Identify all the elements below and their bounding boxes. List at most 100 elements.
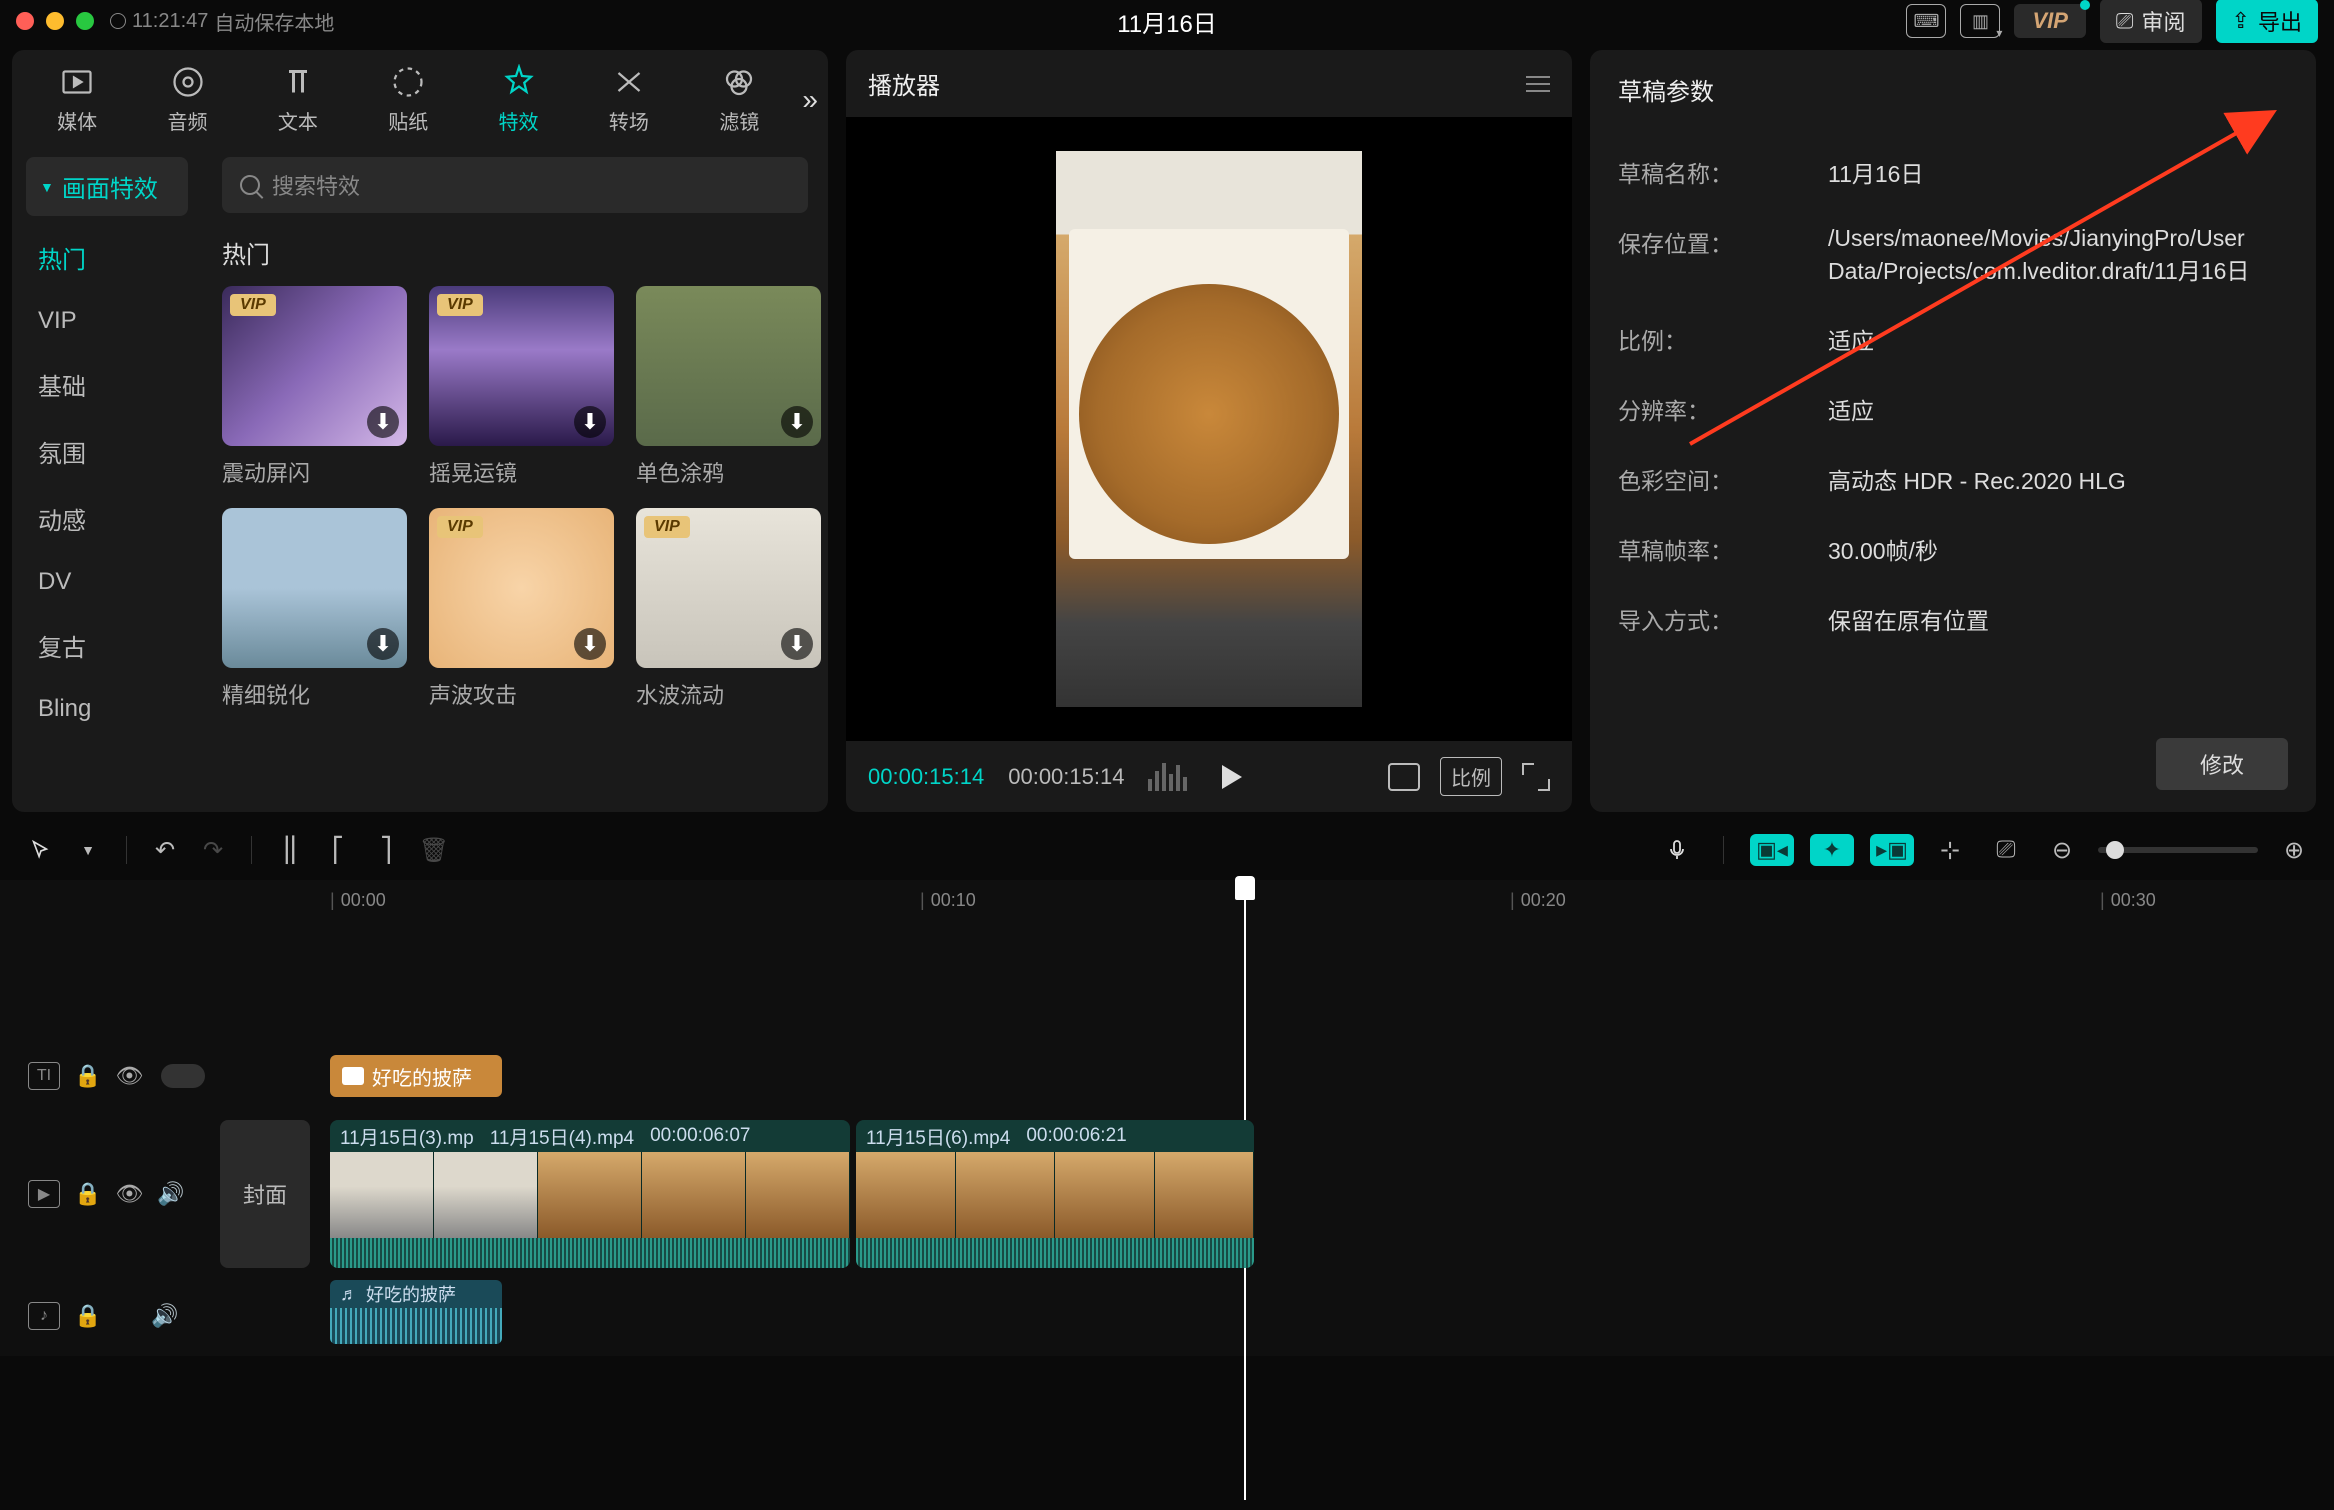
lock-icon[interactable]: 🔒: [74, 1063, 101, 1089]
audio-clip[interactable]: ♬ 好吃的披萨: [330, 1280, 502, 1344]
trim-left-tool[interactable]: ⎡: [318, 830, 358, 870]
review-button[interactable]: ⎚ 审阅: [2100, 0, 2202, 43]
zoom-in-button[interactable]: ⊕: [2274, 830, 2314, 870]
download-icon[interactable]: ⬇: [781, 628, 813, 660]
timeline-ruler[interactable]: 00:00 00:10 00:20 00:30: [220, 880, 2314, 920]
effects-browser: 搜索特效 热门 VIP ⬇ 震动屏闪 VIP ⬇: [202, 139, 828, 812]
ruler-tick: 00:00: [330, 890, 386, 911]
track-toggle[interactable]: [161, 1064, 205, 1088]
visibility-icon[interactable]: 👁: [115, 1181, 143, 1207]
link-clips-button[interactable]: ▸▣: [1870, 834, 1914, 866]
category-dv[interactable]: DV: [12, 552, 202, 612]
download-icon[interactable]: ⬇: [367, 406, 399, 438]
delete-button[interactable]: 🗑: [414, 830, 454, 870]
player-menu-button[interactable]: [1526, 76, 1550, 92]
aspect-ratio-button[interactable]: 比例: [1440, 757, 1502, 796]
zoom-out-button[interactable]: ⊖: [2042, 830, 2082, 870]
text-clip[interactable]: 好吃的披萨: [330, 1055, 502, 1097]
mute-icon[interactable]: 🔊: [151, 1303, 178, 1329]
param-path-value: /Users/maonee/Movies/JianyingPro/User Da…: [1828, 225, 2288, 286]
vip-tag-icon: VIP: [644, 516, 690, 538]
tab-effect[interactable]: 特效: [463, 64, 573, 135]
video-clip[interactable]: 11月15日(3).mp 11月15日(4).mp4 00:00:06:07: [330, 1120, 850, 1268]
tab-text[interactable]: 文本: [243, 64, 353, 135]
vip-badge[interactable]: VIP: [2014, 4, 2085, 38]
tab-transition[interactable]: 转场: [574, 64, 684, 135]
export-button[interactable]: ⇪ 导出: [2216, 0, 2318, 43]
modify-button[interactable]: 修改: [2156, 738, 2288, 790]
expand-tabs-button[interactable]: »: [802, 84, 818, 116]
vip-tag-icon: VIP: [230, 294, 276, 316]
undo-button[interactable]: ↶: [145, 830, 185, 870]
layout-button[interactable]: ▥▾: [1960, 4, 2000, 38]
search-effects-input[interactable]: 搜索特效: [222, 157, 808, 213]
zoom-slider[interactable]: [2098, 847, 2258, 853]
tool-dropdown[interactable]: ▼: [68, 830, 108, 870]
video-clip[interactable]: 11月15日(6).mp4 00:00:06:21: [856, 1120, 1254, 1268]
download-icon[interactable]: ⬇: [781, 406, 813, 438]
split-tool[interactable]: ⎥⎢: [270, 830, 310, 870]
tab-filter[interactable]: 滤镜: [684, 64, 794, 135]
download-icon[interactable]: ⬇: [367, 628, 399, 660]
fullscreen-button[interactable]: [1522, 763, 1550, 791]
text-icon: [280, 64, 316, 100]
category-atmosphere[interactable]: 氛围: [12, 418, 202, 485]
pointer-tool[interactable]: [20, 830, 60, 870]
effect-item[interactable]: VIP ⬇ 震动屏闪: [222, 286, 407, 488]
visibility-icon[interactable]: 👁: [115, 1063, 143, 1089]
tab-sticker[interactable]: 贴纸: [353, 64, 463, 135]
category-dynamic[interactable]: 动感: [12, 485, 202, 552]
effect-item[interactable]: VIP ⬇ 水波流动: [636, 508, 821, 710]
vip-tag-icon: VIP: [437, 516, 483, 538]
text-track-icon: TI: [28, 1062, 60, 1090]
minimize-window-button[interactable]: [46, 12, 64, 30]
vip-tag-icon: VIP: [437, 294, 483, 316]
category-group-visual-effects[interactable]: ▼ 画面特效: [26, 157, 188, 216]
music-icon: ♬: [340, 1284, 358, 1305]
audio-track-icon: ♪: [28, 1302, 60, 1330]
voiceover-button[interactable]: [1657, 830, 1697, 870]
trim-right-tool[interactable]: ⎤: [366, 830, 406, 870]
player-preview[interactable]: [846, 117, 1572, 741]
lock-icon[interactable]: 🔒: [74, 1181, 101, 1207]
audio-meter-icon: [1148, 763, 1192, 791]
category-vip[interactable]: VIP: [12, 291, 202, 351]
download-icon[interactable]: ⬇: [574, 406, 606, 438]
download-icon[interactable]: ⬇: [574, 628, 606, 660]
playhead-handle-icon[interactable]: [1235, 876, 1255, 900]
effect-item[interactable]: ⬇ 精细锐化: [222, 508, 407, 710]
player-panel: 播放器 00:00:15:14 00:00:15:14 比例: [846, 50, 1572, 812]
category-retro[interactable]: 复古: [12, 612, 202, 679]
mute-icon[interactable]: 🔊: [157, 1181, 184, 1207]
asset-tabs: 媒体 音频 文本 贴纸 特效 转场: [12, 50, 828, 139]
auto-align-button[interactable]: ✦: [1810, 834, 1854, 866]
timeline-toolbar: ▼ ↶ ↷ ⎥⎢ ⎡ ⎤ 🗑 ▣◂ ✦ ▸▣ ⊹ ⎚ ⊖ ⊕: [0, 820, 2334, 880]
effect-item[interactable]: VIP ⬇ 声波攻击: [429, 508, 614, 710]
params-title: 草稿参数: [1618, 72, 2288, 107]
category-hot[interactable]: 热门: [12, 224, 202, 291]
notification-dot-icon: [2080, 0, 2090, 10]
redo-button[interactable]: ↷: [193, 830, 233, 870]
magnet-snap-button[interactable]: ▣◂: [1750, 834, 1794, 866]
lock-icon[interactable]: 🔒: [74, 1303, 101, 1329]
preview-render-button[interactable]: ⎚: [1986, 830, 2026, 870]
category-bling[interactable]: Bling: [12, 679, 202, 739]
image-icon: [342, 1067, 364, 1085]
timeline[interactable]: 00:00 00:10 00:20 00:30 TI 🔒 👁 好吃的披萨: [0, 880, 2334, 1356]
category-basic[interactable]: 基础: [12, 351, 202, 418]
cover-placeholder[interactable]: 封面: [220, 1120, 310, 1268]
safe-zone-button[interactable]: [1388, 763, 1420, 791]
param-ratio-value: 适应: [1828, 322, 2288, 356]
keyboard-shortcut-button[interactable]: ⌨: [1906, 4, 1946, 38]
tab-media[interactable]: 媒体: [22, 64, 132, 135]
tab-audio[interactable]: 音频: [132, 64, 242, 135]
params-panel: 草稿参数 草稿名称：11月16日 保存位置：/Users/maonee/Movi…: [1590, 50, 2316, 812]
video-track-icon: ▶: [28, 1180, 60, 1208]
effect-item[interactable]: VIP ⬇ 摇晃运镜: [429, 286, 614, 488]
effect-item[interactable]: ⬇ 单色涂鸦: [636, 286, 821, 488]
maximize-window-button[interactable]: [76, 12, 94, 30]
close-window-button[interactable]: [16, 12, 34, 30]
preview-axis-button[interactable]: ⊹: [1930, 830, 1970, 870]
param-res-label: 分辨率：: [1618, 392, 1828, 426]
play-button[interactable]: [1222, 765, 1242, 789]
